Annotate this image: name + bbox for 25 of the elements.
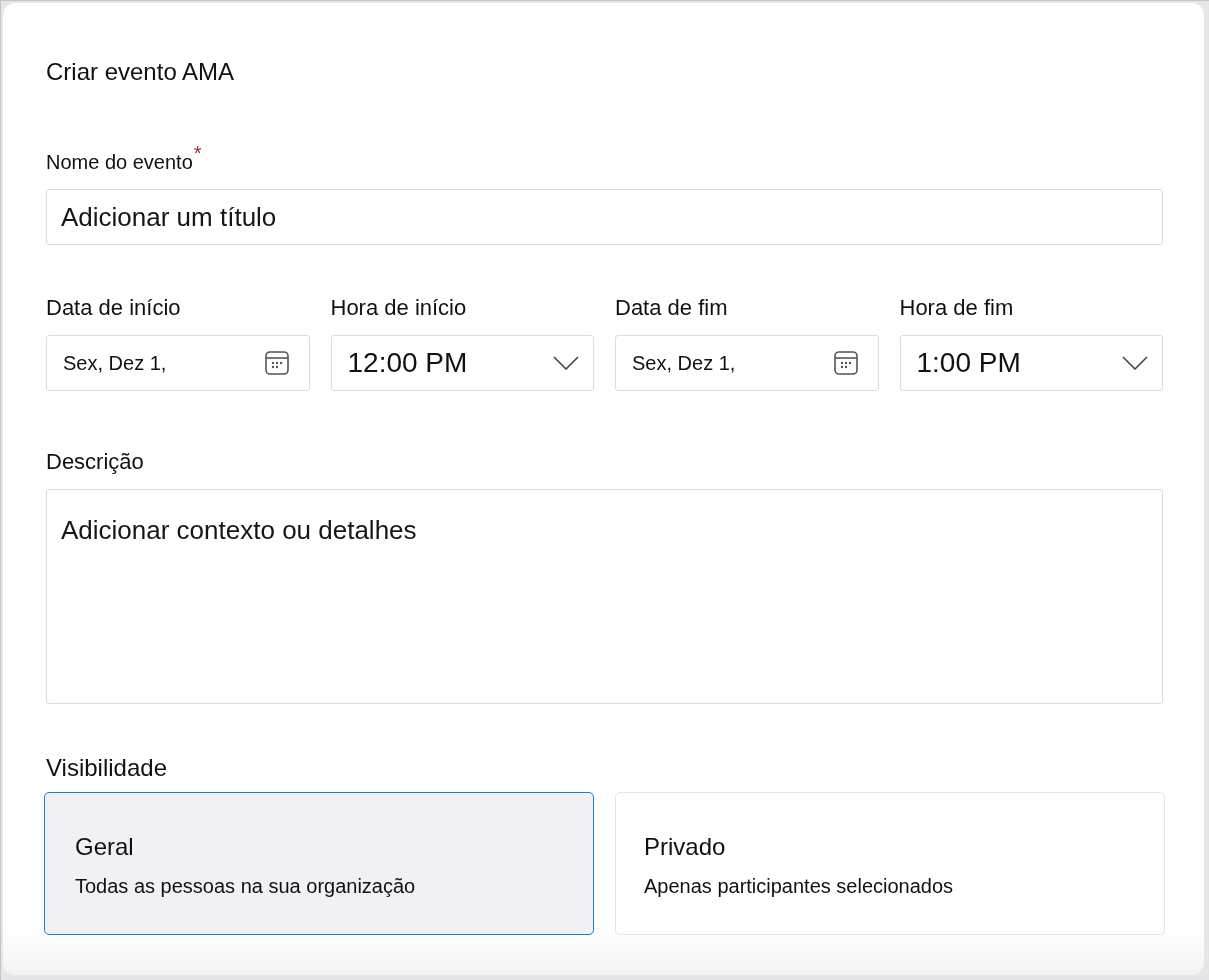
visibility-option-card[interactable]: Privado Apenas participantes selecionados xyxy=(615,792,1165,935)
time-dropdown[interactable]: 1:00 PM xyxy=(899,335,1163,391)
date-picker[interactable]: Sex, Dez 1, xyxy=(615,335,879,391)
description-field[interactable]: Adicionar contexto ou detalhes xyxy=(46,489,1163,704)
calendar-icon xyxy=(264,351,289,375)
required-mark: * xyxy=(193,146,202,160)
field-label: Hora de início xyxy=(330,294,467,322)
section-label: Visibilidade xyxy=(46,753,167,783)
time-dropdown[interactable]: 12:00 PM xyxy=(330,335,594,391)
field-label: Hora de fim xyxy=(899,294,1014,322)
date-picker[interactable]: Sex, Dez 1, xyxy=(46,335,310,391)
option-description: Apenas participantes selecionados xyxy=(644,874,954,899)
field-label: Data de início xyxy=(46,294,181,322)
chevron-down-icon xyxy=(553,356,579,370)
calendar-icon xyxy=(833,351,858,375)
option-title: Geral xyxy=(75,832,134,862)
chevron-down-icon xyxy=(1122,356,1148,370)
option-description: Todas as pessoas na sua organização xyxy=(75,874,416,899)
dialog-title: Criar evento AMA xyxy=(46,57,235,87)
option-title: Privado xyxy=(644,832,726,862)
field-label: Nome do evento xyxy=(46,150,193,175)
field-label: Descrição xyxy=(46,448,144,476)
input-field[interactable]: Adicionar um título xyxy=(46,189,1163,245)
visibility-option-card[interactable]: Geral Todas as pessoas na sua organização xyxy=(44,792,594,935)
field-label: Data de fim xyxy=(615,294,728,322)
